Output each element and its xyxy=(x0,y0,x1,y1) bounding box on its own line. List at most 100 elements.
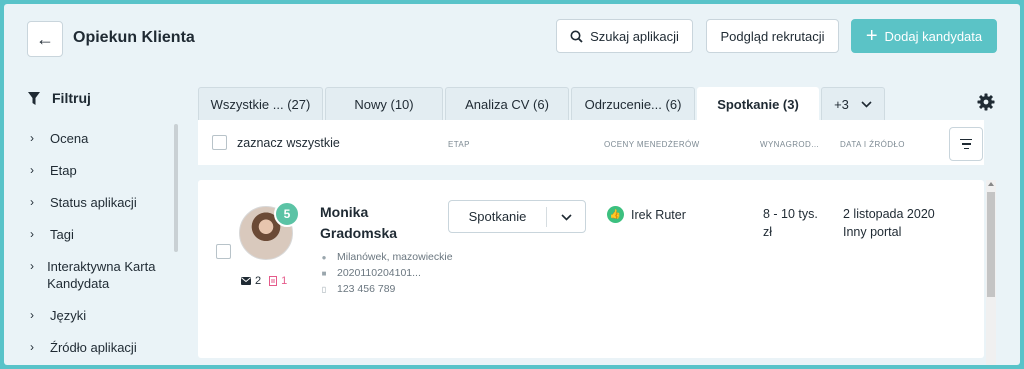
add-candidate-label: Dodaj kandydata xyxy=(884,28,983,44)
candidate-name[interactable]: Monika Gradomska xyxy=(320,202,440,244)
app-frame: ← Opiekun Klienta Szukaj aplikacji Podgl… xyxy=(4,4,1020,365)
document-icon xyxy=(269,276,278,286)
filter-item-label: Ocena xyxy=(50,131,89,146)
candidate-checkbox[interactable] xyxy=(216,244,231,259)
envelope-icon xyxy=(241,277,251,285)
filter-item-label: Języki xyxy=(50,308,87,323)
tab-label: Nowy (10) xyxy=(354,96,414,112)
id-row: ■ 2020110204101... xyxy=(320,265,453,281)
gear-icon[interactable] xyxy=(977,93,995,111)
list-scrollbar[interactable] xyxy=(986,180,996,365)
filter-item-jezyki[interactable]: › Języki xyxy=(30,307,170,324)
location-pin-icon: ● xyxy=(321,252,327,262)
stage-value: Spotkanie xyxy=(468,209,527,224)
arrow-left-icon: ← xyxy=(36,28,54,49)
column-stage: ETAP xyxy=(448,140,470,149)
filter-icon xyxy=(28,91,40,105)
search-applications-button[interactable]: Szukaj aplikacji xyxy=(556,19,693,53)
column-manager-ratings: OCENY MENEDŻERÓW xyxy=(604,140,700,149)
chevron-right-icon: › xyxy=(30,259,34,273)
add-candidate-button[interactable]: + Dodaj kandydata xyxy=(851,19,997,53)
filter-item-tagi[interactable]: › Tagi xyxy=(30,226,170,243)
candidate-last-name: Gradomska xyxy=(320,225,398,241)
sort-line xyxy=(961,143,971,145)
candidate-row[interactable]: 5 2 1 Monika Gradomska ● Milanówek, mazow… xyxy=(198,180,984,358)
score-badge: 5 xyxy=(274,201,300,227)
sort-line xyxy=(963,147,969,150)
candidate-id: 2020110204101... xyxy=(337,267,421,279)
chevron-down-icon xyxy=(861,100,872,108)
documents-badge[interactable]: 1 xyxy=(269,275,287,287)
tab-cv-analysis[interactable]: Analiza CV (6) xyxy=(445,87,569,120)
tab-label: Odrzucenie... (6) xyxy=(584,96,682,112)
candidate-salary: 8 - 10 tys. zł xyxy=(763,207,818,239)
tab-new[interactable]: Nowy (10) xyxy=(325,87,443,120)
sort-line xyxy=(960,138,972,141)
search-icon xyxy=(570,30,583,43)
column-salary: WYNAGROD... xyxy=(760,140,820,149)
page-title: Opiekun Klienta xyxy=(73,29,195,46)
chevron-right-icon: › xyxy=(30,131,34,145)
search-applications-label: Szukaj aplikacji xyxy=(590,28,679,44)
chevron-right-icon: › xyxy=(30,163,34,177)
manager-name: Irek Ruter xyxy=(631,207,686,222)
candidate-date: 2 listopada 2020 xyxy=(843,207,935,221)
filter-item-zrodlo[interactable]: › Źródło aplikacji xyxy=(30,339,170,356)
chevron-right-icon: › xyxy=(30,340,34,354)
chevron-right-icon: › xyxy=(30,195,34,209)
stage-tabs: Wszystkie ... (27) Nowy (10) Analiza CV … xyxy=(198,87,885,120)
tab-label: Wszystkie ... (27) xyxy=(210,96,311,112)
tab-label: Analiza CV (6) xyxy=(465,96,549,112)
chevron-right-icon: › xyxy=(30,308,34,322)
manager-rating[interactable]: 👍 Irek Ruter xyxy=(607,206,686,223)
filter-item-label: Interaktywna Karta Kandydata xyxy=(47,259,156,291)
tab-all[interactable]: Wszystkie ... (27) xyxy=(198,87,323,120)
chevron-right-icon: › xyxy=(30,227,34,241)
column-date-source: DATA I ŹRÓDŁO xyxy=(840,140,905,149)
filter-item-label: Źródło aplikacji xyxy=(50,340,137,355)
candidate-source: Inny portal xyxy=(843,225,902,239)
stage-select[interactable]: Spotkanie xyxy=(448,200,586,233)
candidate-location: Milanówek, mazowieckie xyxy=(337,251,453,263)
candidate-badges: 2 1 xyxy=(241,275,287,287)
sort-button[interactable] xyxy=(949,127,983,161)
plus-icon: + xyxy=(865,25,878,47)
select-all[interactable]: zaznacz wszystkie xyxy=(212,135,340,150)
filter-item-label: Status aplikacji xyxy=(50,195,137,210)
filter-item-karta[interactable]: › Interaktywna Karta Kandydata xyxy=(30,258,170,292)
filter-list: › Ocena › Etap › Status aplikacji › Tagi › In… xyxy=(30,130,170,365)
messages-badge[interactable]: 2 xyxy=(241,275,261,287)
filter-header: Filtruj xyxy=(28,90,91,106)
table-header: zaznacz wszystkie ETAP OCENY MENEDŻERÓW … xyxy=(198,120,984,165)
scrollbar-thumb[interactable] xyxy=(987,192,995,297)
filter-title: Filtruj xyxy=(52,90,91,106)
candidate-details: ● Milanówek, mazowieckie ■ 2020110204101..… xyxy=(320,249,453,297)
recruitment-preview-button[interactable]: Podgląd rekrutacji xyxy=(706,19,839,53)
candidate-phone: 123 456 789 xyxy=(337,283,396,295)
select-all-label: zaznacz wszystkie xyxy=(237,135,340,150)
chevron-down-icon xyxy=(547,210,585,224)
thumbs-up-icon: 👍 xyxy=(607,206,624,223)
phone-row: ▯ 123 456 789 xyxy=(320,281,453,297)
filter-item-label: Etap xyxy=(50,163,77,178)
select-all-checkbox[interactable] xyxy=(212,135,227,150)
back-button[interactable]: ← xyxy=(27,21,63,57)
filter-item-ocena[interactable]: › Ocena xyxy=(30,130,170,147)
filter-item-etap[interactable]: › Etap xyxy=(30,162,170,179)
tab-label: Spotkanie (3) xyxy=(717,96,799,112)
documents-count: 1 xyxy=(281,275,288,287)
sidebar-scrollbar[interactable] xyxy=(174,124,178,252)
recruitment-preview-label: Podgląd rekrutacji xyxy=(720,28,825,44)
location-row: ● Milanówek, mazowieckie xyxy=(320,249,453,265)
id-icon: ■ xyxy=(321,268,327,278)
filter-item-status[interactable]: › Status aplikacji xyxy=(30,194,170,211)
tab-rejection[interactable]: Odrzucenie... (6) xyxy=(571,87,695,120)
candidate-first-name: Monika xyxy=(320,204,369,220)
candidate-date-source: 2 listopada 2020 Inny portal xyxy=(843,205,935,241)
tab-more[interactable]: +3 xyxy=(821,87,885,120)
tab-meeting[interactable]: Spotkanie (3) xyxy=(697,87,819,120)
scroll-up-arrow-icon[interactable] xyxy=(988,182,994,186)
filter-item-label: Tagi xyxy=(50,227,74,242)
tab-label: +3 xyxy=(834,96,849,112)
messages-count: 2 xyxy=(255,275,262,287)
